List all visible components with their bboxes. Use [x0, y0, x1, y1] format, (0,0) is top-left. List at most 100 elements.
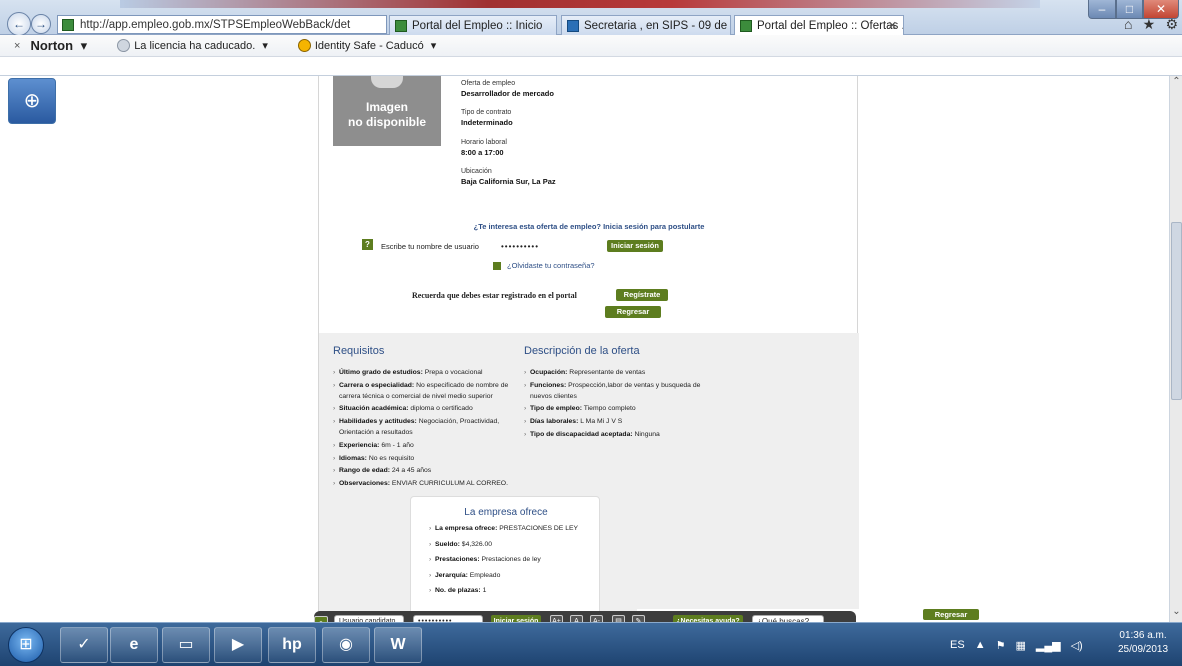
item-label: Rango de edad:: [339, 467, 390, 475]
item-label: Ocupación:: [530, 369, 568, 376]
item-label: Sueldo:: [435, 540, 460, 548]
list-item: La empresa ofrece: PRESTACIONES DE LEY: [429, 523, 599, 536]
item-value: Tiempo completo: [582, 405, 636, 413]
minimize-button[interactable]: –: [1088, 0, 1116, 19]
offer-label: Oferta de empleo: [461, 80, 516, 87]
internet-explorer-icon[interactable]: e: [110, 627, 158, 663]
hp-icon[interactable]: hp: [268, 627, 316, 663]
windows-start-icon[interactable]: ⊞: [8, 627, 44, 663]
tab-label: Portal del Empleo :: Inicio: [412, 19, 543, 32]
requirements-list: Último grado de estudios: Prepa o vocaci…: [333, 368, 513, 490]
item-label: Habilidades y actitudes:: [339, 418, 417, 426]
signal-icon[interactable]: ▂▄▆: [1036, 639, 1061, 652]
item-label: Jerarquía:: [435, 571, 468, 579]
list-item: Observaciones: ENVIAR CURRICULUM AL CORR…: [333, 479, 513, 490]
scroll-up-icon[interactable]: ⌃: [1170, 76, 1182, 94]
site-favicon-icon: [62, 19, 74, 31]
norton-toolbar: × Norton ▾ La licencia ha caducado. ▾ Id…: [0, 35, 1182, 76]
scroll-thumb[interactable]: [1171, 222, 1182, 400]
browser-right-icons: ⌂ ★ ⚙: [1124, 16, 1178, 33]
language-indicator[interactable]: ES: [950, 639, 965, 651]
requirements-section: Requisitos Descripción de la oferta Últi…: [319, 333, 859, 622]
item-value: Representante de ventas: [567, 369, 646, 376]
list-item: Situación académica: diploma o certifica…: [333, 404, 513, 415]
word-icon[interactable]: W: [374, 627, 422, 663]
register-reminder: Recuerda que debes estar registrado en e…: [412, 291, 577, 300]
license-icon: [117, 39, 131, 53]
outlook-icon[interactable]: ✓: [60, 627, 108, 663]
tray-arrow-icon[interactable]: ▲: [975, 639, 986, 651]
browser-chrome: – □ ✕ ← → http://app.empleo.gob.mx/STPSE…: [0, 0, 1182, 36]
toolbar-row: × Norton ▾ La licencia ha caducado. ▾ Id…: [0, 35, 1182, 57]
item-value: diploma o certificado: [408, 405, 473, 413]
list-item: Ocupación: Representante de ventas: [524, 368, 709, 379]
item-label: Observaciones:: [339, 480, 390, 488]
identity-safe-label: Identity Safe - Caducó: [314, 39, 424, 52]
back-button-bottom[interactable]: Regresar: [923, 609, 979, 620]
tab-label: Secretaria , en SIPS - 09 de sept...: [584, 19, 730, 32]
item-value: Prestaciones de ley: [479, 556, 541, 563]
item-value: ENVIAR CURRICULUM AL CORREO.: [390, 480, 508, 488]
item-label: Carrera o especialidad:: [339, 381, 415, 389]
item-label: Tipo de discapacidad aceptada:: [530, 430, 633, 438]
item-value: L Ma Mi J V S: [578, 418, 623, 426]
login-button[interactable]: Iniciar sesión: [607, 240, 663, 252]
close-tab-icon[interactable]: ✕: [888, 19, 897, 32]
file-explorer-icon[interactable]: ▭: [162, 627, 210, 663]
chrome-icon[interactable]: ◉: [322, 627, 370, 663]
tab-inicio[interactable]: Portal del Empleo :: Inicio: [389, 15, 557, 35]
address-bar[interactable]: http://app.empleo.gob.mx/STPSEmpleoWebBa…: [57, 15, 387, 34]
network-icon[interactable]: ▦: [1015, 639, 1025, 652]
register-button[interactable]: Regístrate: [616, 289, 668, 301]
favorites-star-icon[interactable]: ★: [1143, 16, 1156, 33]
item-label: No. de plazas:: [435, 587, 481, 594]
identity-safe-icon: [297, 39, 311, 53]
web-page: ⊕ Imagen no disponible Oferta de empleo …: [0, 76, 1169, 622]
list-item: Sueldo: $4,326.00: [429, 539, 599, 552]
tab-sips[interactable]: Secretaria , en SIPS - 09 de sept...: [561, 15, 731, 35]
description-list: Ocupación: Representante de ventas Funci…: [524, 368, 709, 441]
company-offer-title: La empresa ofrece: [464, 507, 548, 518]
company-offer-list: La empresa ofrece: PRESTACIONES DE LEY S…: [429, 523, 599, 598]
clock-time: 01:36 a.m.: [1119, 630, 1167, 641]
identity-safe-menu[interactable]: Identity Safe - Caducó ▾: [297, 39, 436, 53]
clock[interactable]: 01:36 a.m. 25/09/2013: [1118, 629, 1168, 657]
list-item: Carrera o especialidad: No especificado …: [333, 381, 513, 403]
back-button-top[interactable]: Regresar: [605, 306, 661, 318]
list-item: Tipo de empleo: Tiempo completo: [524, 404, 709, 415]
home-icon[interactable]: ⌂: [1124, 16, 1132, 33]
norton-menu[interactable]: Norton ▾: [30, 38, 87, 54]
title-bar: [120, 0, 1040, 8]
close-toolbar-icon[interactable]: ×: [14, 40, 20, 52]
forgot-password-icon: [493, 262, 501, 270]
list-item: Idiomas: No es requisito: [333, 454, 513, 465]
list-item: Tipo de discapacidad aceptada: Ninguna: [524, 430, 709, 441]
license-menu[interactable]: La licencia ha caducado. ▾: [117, 39, 268, 53]
address-text: http://app.empleo.gob.mx/STPSEmpleoWebBa…: [80, 18, 351, 31]
help-icon[interactable]: ?: [362, 239, 373, 250]
vertical-scrollbar[interactable]: ⌃ ⌄: [1169, 76, 1182, 622]
item-value: $4,326.00: [459, 540, 493, 548]
taskbar: ⊞ ✓ e ▭ ▶ hp ◉ W ES ▲ ⚑ ▦ ▂▄▆ ◁) 01:36 a…: [0, 622, 1182, 666]
list-item: Funciones: Prospección,labor de ventas y…: [524, 381, 709, 403]
forgot-password-link[interactable]: ¿Olvidaste tu contraseña?: [507, 261, 595, 270]
password-input[interactable]: ••••••••••: [501, 242, 539, 251]
scroll-down-icon[interactable]: ⌄: [1170, 606, 1182, 622]
tab-ofertas[interactable]: Portal del Empleo :: Ofertas ... ✕: [734, 15, 904, 35]
volume-icon[interactable]: ◁): [1071, 639, 1083, 652]
clock-date: 25/09/2013: [1118, 644, 1169, 655]
media-player-icon[interactable]: ▶: [214, 627, 262, 663]
back-button[interactable]: ←: [7, 12, 31, 36]
system-tray: ES ▲ ⚑ ▦ ▂▄▆ ◁): [950, 631, 1093, 659]
contract-label: Tipo de contrato: [461, 109, 512, 116]
fingerprint-icon[interactable]: ⊕: [8, 78, 56, 124]
gear-icon[interactable]: ⚙: [1165, 16, 1178, 33]
forward-button[interactable]: →: [31, 14, 51, 34]
flag-icon[interactable]: ⚑: [996, 639, 1006, 652]
image-placeholder-line1: Imagen: [365, 100, 408, 114]
schedule-value: 8:00 a 17:00: [461, 148, 504, 157]
login-question: ¿Te interesa esta oferta de empleo? Inic…: [473, 222, 705, 231]
item-value: 24 a 45 años: [389, 467, 432, 475]
item-value: Ninguna: [632, 430, 660, 438]
contract-value: Indeterminado: [461, 118, 513, 127]
